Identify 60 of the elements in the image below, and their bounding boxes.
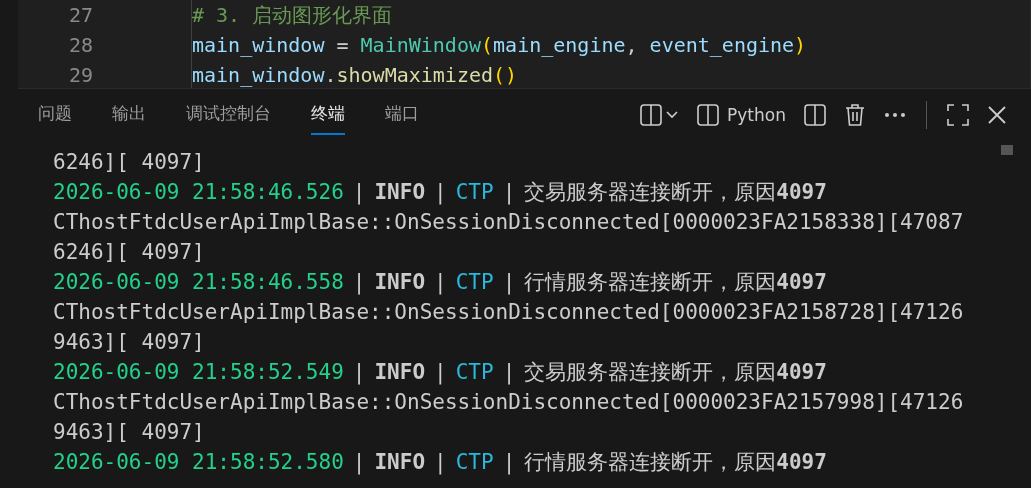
terminal-line: 6246][ 4097] — [53, 239, 206, 266]
code-class-name: MainWindow — [360, 32, 481, 59]
log-separator: | — [434, 359, 447, 387]
code-operator: . — [324, 62, 337, 89]
log-timestamp: 2026-06-09 21:58:46.558 — [53, 269, 344, 296]
scrollbar[interactable] — [1001, 145, 1013, 155]
code-bracket: ) — [794, 32, 807, 59]
log-message: 行情服务器连接断开，原因4097 — [524, 449, 827, 476]
log-message: 交易服务器连接断开，原因4097 — [524, 179, 827, 206]
terminal-line: 9463][ 4097] — [53, 329, 206, 356]
log-separator: | — [434, 449, 447, 477]
code-variable: main_window — [192, 32, 325, 59]
log-source: CTP — [455, 359, 494, 386]
log-source: CTP — [455, 449, 494, 476]
log-message: 交易服务器连接断开，原因4097 — [524, 359, 827, 386]
terminal-name: Python — [727, 105, 786, 125]
log-level: INFO — [374, 269, 426, 296]
log-separator: | — [434, 179, 447, 207]
log-level: INFO — [374, 449, 426, 476]
panel-tab[interactable]: 终端 — [311, 95, 345, 135]
code-variable: event_engine — [649, 32, 795, 59]
code-variable: main_window — [192, 62, 325, 89]
code-operator: , — [625, 32, 639, 59]
log-level: INFO — [374, 179, 426, 206]
log-separator: | — [502, 269, 516, 297]
log-separator: | — [352, 269, 366, 297]
terminal-line: CThostFtdcUserApiImplBase::OnSessionDisconnected[0000023FA2158728][47126 — [53, 299, 965, 326]
terminal-selector-button[interactable]: Python — [693, 100, 790, 130]
terminal-line: CThostFtdcUserApiImplBase::OnSessionDisconnected[0000023FA2158338][47087 — [53, 209, 965, 236]
terminal-line: 9463][ 4097] — [53, 419, 206, 446]
log-separator: | — [502, 359, 516, 387]
line-number: 28 — [67, 32, 93, 59]
log-level: INFO — [374, 359, 426, 386]
panel-tab[interactable]: 问题 — [38, 95, 72, 135]
log-separator: | — [502, 179, 516, 207]
code-bracket: () — [493, 62, 518, 89]
log-separator: | — [352, 359, 366, 387]
code-bracket: ( — [481, 32, 494, 59]
panel-tab[interactable]: 端口 — [385, 95, 419, 135]
log-source: CTP — [455, 179, 494, 206]
log-separator: | — [434, 269, 447, 297]
code-operator: = — [335, 32, 350, 59]
split-panel-icon — [697, 104, 720, 126]
code-variable: main_engine — [493, 32, 626, 59]
log-timestamp: 2026-06-09 21:58:52.580 — [53, 449, 344, 476]
log-source: CTP — [455, 269, 494, 296]
code-function: showMaximized — [336, 62, 494, 89]
panel-tab[interactable]: 输出 — [112, 95, 146, 135]
log-timestamp: 2026-06-09 21:58:46.526 — [53, 179, 344, 206]
log-separator: | — [502, 449, 516, 477]
terminal-line: CThostFtdcUserApiImplBase::OnSessionDisconnected[0000023FA2157998][47126 — [53, 389, 965, 416]
line-number: 29 — [67, 62, 93, 89]
panel-tab[interactable]: 调试控制台 — [186, 95, 271, 135]
log-timestamp: 2026-06-09 21:58:52.549 — [53, 359, 344, 386]
code-comment: # 3. 启动图形化界面 — [192, 2, 393, 29]
log-message: 行情服务器连接断开，原因4097 — [524, 269, 827, 296]
log-separator: | — [352, 449, 366, 477]
line-number: 27 — [67, 2, 93, 29]
terminal-line: 6246][ 4097] — [53, 149, 206, 176]
log-separator: | — [352, 179, 366, 207]
